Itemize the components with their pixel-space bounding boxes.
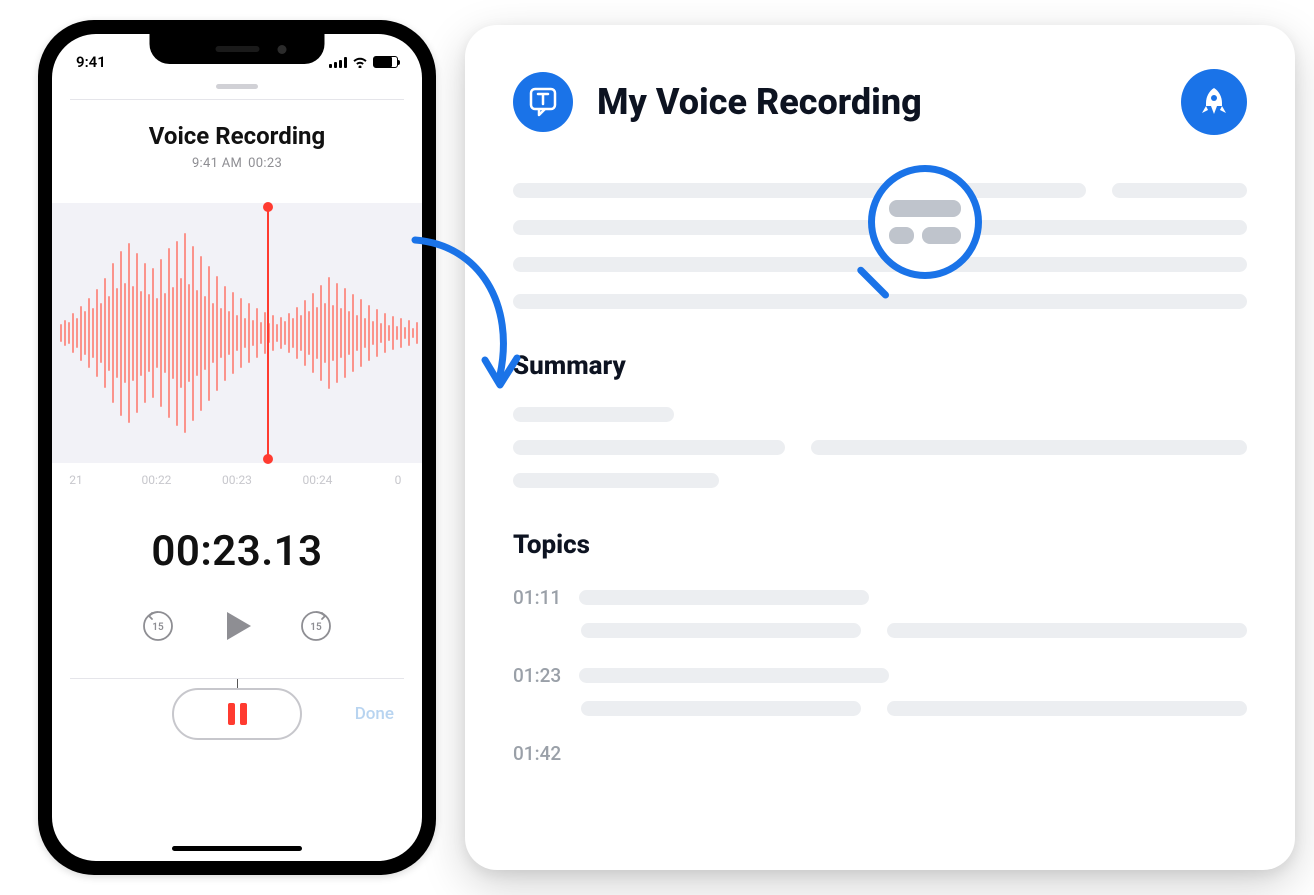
transport-controls: 15 15 xyxy=(52,606,422,646)
signal-icon xyxy=(329,57,347,68)
topic-timestamp: 01:42 xyxy=(513,742,563,765)
transcript-card: My Voice Recording Summary xyxy=(465,25,1295,870)
main-timer: 00:23.13 xyxy=(52,527,422,576)
topic-timestamp: 01:11 xyxy=(513,586,563,609)
topic-item[interactable]: 01:11 xyxy=(513,586,1247,638)
tick: 00:23 xyxy=(217,473,257,487)
phone-notch xyxy=(150,34,325,64)
tick: 00:22 xyxy=(137,473,177,487)
skip-back-15-button[interactable]: 15 xyxy=(141,609,175,643)
play-button[interactable] xyxy=(217,606,257,646)
pause-button[interactable] xyxy=(172,688,302,740)
waveform-container[interactable] xyxy=(52,203,422,463)
drag-handle[interactable] xyxy=(216,84,258,89)
recording-time: 9:41 AM xyxy=(192,156,242,171)
topic-item[interactable]: 01:42 xyxy=(513,742,1247,765)
tick: 0 xyxy=(378,473,418,487)
transcript-placeholder xyxy=(513,183,1247,309)
phone-frame: 9:41 Voice Recording 9:41 AM 00:23 21 00:… xyxy=(38,20,436,875)
recording-duration: 00:23 xyxy=(248,156,282,171)
wifi-icon xyxy=(352,56,368,68)
status-time: 9:41 xyxy=(76,53,106,71)
pause-icon xyxy=(240,703,247,725)
battery-icon xyxy=(373,56,398,68)
home-indicator[interactable] xyxy=(172,846,302,851)
magnifier-icon xyxy=(868,165,982,279)
summary-heading: Summary xyxy=(513,351,1247,381)
card-header: My Voice Recording xyxy=(513,69,1247,135)
arrow-icon xyxy=(395,225,535,409)
pause-icon xyxy=(228,703,235,725)
app-logo-icon xyxy=(513,72,573,132)
bottom-row: Done xyxy=(52,688,422,740)
svg-text:15: 15 xyxy=(152,622,164,633)
topic-timestamp: 01:23 xyxy=(513,664,563,687)
rocket-icon xyxy=(1196,84,1232,120)
phone-screen: 9:41 Voice Recording 9:41 AM 00:23 21 00:… xyxy=(52,34,422,861)
recording-title: Voice Recording xyxy=(52,122,422,150)
divider xyxy=(70,99,404,100)
card-title: My Voice Recording xyxy=(597,81,1157,123)
waveform xyxy=(52,225,422,441)
summary-placeholder xyxy=(513,407,1247,488)
playhead[interactable] xyxy=(267,207,269,459)
topics-heading: Topics xyxy=(513,530,1247,560)
tick: 00:24 xyxy=(298,473,338,487)
rocket-button[interactable] xyxy=(1181,69,1247,135)
done-button[interactable]: Done xyxy=(355,704,394,724)
skip-forward-15-button[interactable]: 15 xyxy=(299,609,333,643)
timeline-ticks: 21 00:22 00:23 00:24 0 xyxy=(52,463,422,487)
tick: 21 xyxy=(56,473,96,487)
status-icons xyxy=(329,56,398,68)
topic-item[interactable]: 01:23 xyxy=(513,664,1247,716)
recording-subtitle: 9:41 AM 00:23 xyxy=(52,156,422,171)
svg-text:15: 15 xyxy=(310,622,322,633)
